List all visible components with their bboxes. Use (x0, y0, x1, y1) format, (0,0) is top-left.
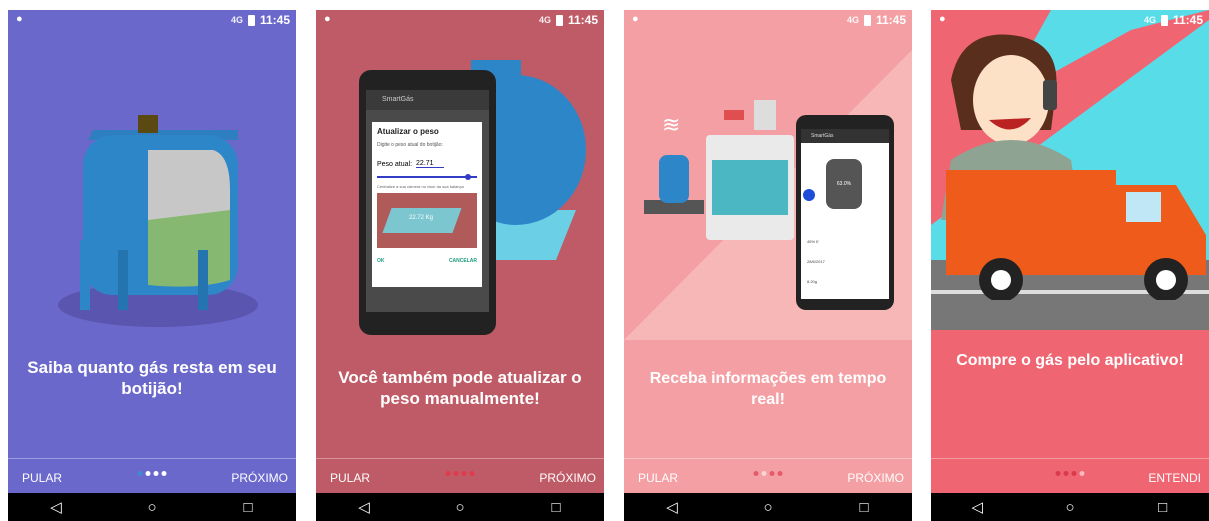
page-indicator (1055, 471, 1085, 476)
page-dot (153, 471, 159, 476)
page-dot (461, 471, 467, 476)
dialog-subtitle: Digite o peso atual do botijão: (377, 142, 443, 148)
page-dot (137, 471, 143, 476)
onboarding-screen-2: ● 4G 11:45 SmartGás Atualizar o peso Digi… (316, 10, 604, 521)
wifi-icon: ≋ (662, 112, 680, 137)
system-nav-bar: ◁ ○ □ (8, 493, 296, 521)
onboarding-caption: Saiba quanto gás resta em seu botijão! (27, 358, 277, 398)
onboarding-screen-1: ● 4G 11:45 Saiba quanto gás resta em seu … (8, 10, 296, 521)
page-dot (161, 471, 167, 476)
back-icon[interactable]: ◁ (349, 498, 379, 516)
gas-cylinder-illustration (58, 115, 258, 327)
status-bar: ● 4G 11:45 (8, 10, 296, 30)
ok-button[interactable]: OK (377, 258, 385, 264)
got-it-button[interactable]: ENTENDI (1148, 471, 1201, 485)
skip-button[interactable]: PULAR (638, 471, 678, 485)
page-dot (1071, 471, 1077, 476)
weight-input[interactable]: 22.71 (416, 160, 445, 168)
skip-button[interactable]: PULAR (22, 471, 62, 485)
scale-reading: 22.72 Kg (409, 215, 434, 221)
home-icon[interactable]: ○ (1055, 499, 1085, 516)
clock: 11:45 (1172, 13, 1203, 27)
next-button[interactable]: PRÓXIMO (847, 471, 904, 485)
refresh-button[interactable] (803, 189, 815, 201)
recents-icon[interactable]: □ (233, 499, 263, 516)
page-indicator (445, 471, 475, 476)
battery-icon (555, 14, 563, 26)
skip-button[interactable]: PULAR (330, 471, 370, 485)
info-row: 8.20g (807, 279, 818, 284)
system-nav-bar: ◁ ○ □ (931, 493, 1209, 521)
gas-level-gauge: 63.0% (826, 159, 862, 209)
page-dot (761, 471, 767, 476)
onboarding-footer: PULAR PRÓXIMO (624, 458, 912, 494)
signal-icon: 4G (1143, 15, 1156, 25)
signal-icon: 4G (846, 15, 859, 25)
page-dot (769, 471, 775, 476)
back-icon[interactable]: ◁ (41, 498, 71, 516)
system-nav-bar: ◁ ○ □ (624, 493, 912, 521)
onboarding-screen-4: ● 4G 11:45 Compre o gás pelo aplicativo! … (931, 10, 1209, 521)
camera-hint: Centralize a sua câmera no visor da sua … (377, 184, 464, 189)
delivery-truck-illustration (946, 170, 1206, 300)
page-dot (145, 471, 151, 476)
phone-mockup: SmartGás Atualizar o peso Digite o peso … (359, 70, 496, 335)
back-icon[interactable]: ◁ (657, 498, 687, 516)
dialog-title: Atualizar o peso (377, 127, 439, 136)
cancel-button[interactable]: CANCELAR (449, 258, 477, 264)
page-indicator (753, 471, 783, 476)
clock: 11:45 (259, 13, 290, 27)
app-toolbar: SmartGás (801, 129, 889, 143)
status-bar: ● 4G 11:45 (624, 10, 912, 30)
page-dot (469, 471, 475, 476)
android-icon: ● (632, 13, 639, 25)
onboarding-caption: Você também pode atualizar o peso manual… (338, 368, 582, 408)
battery-icon (247, 14, 255, 26)
battery-icon (1160, 14, 1168, 26)
onboarding-caption: Compre o gás pelo aplicativo! (956, 352, 1184, 369)
info-row: 45% E (807, 239, 819, 244)
onboarding-footer: ENTENDI (931, 458, 1209, 494)
page-dot (753, 471, 759, 476)
next-button[interactable]: PRÓXIMO (539, 471, 596, 485)
page-indicator (137, 471, 167, 476)
page-dot (1079, 471, 1085, 476)
system-nav-bar: ◁ ○ □ (316, 493, 604, 521)
app-toolbar: SmartGás (366, 90, 489, 110)
clock: 11:45 (567, 13, 598, 27)
status-bar: ● 4G 11:45 (316, 10, 604, 30)
onboarding-footer: PULAR PRÓXIMO (8, 458, 296, 494)
home-icon[interactable]: ○ (445, 499, 475, 516)
weight-field-label: Peso atual: (377, 160, 413, 168)
page-dot (453, 471, 459, 476)
onboarding-footer: PULAR PRÓXIMO (316, 458, 604, 494)
zoom-slider[interactable] (377, 174, 477, 180)
recents-icon[interactable]: □ (1148, 499, 1178, 516)
onboarding-screen-3: ● 4G 11:45 ≋ SmartGás 63.0% 45% E 28/6/20… (624, 10, 912, 521)
page-dot (445, 471, 451, 476)
phone-mockup: SmartGás 63.0% 45% E 28/6/2017 8.20g (796, 115, 894, 310)
page-dot (1063, 471, 1069, 476)
page-dot (1055, 471, 1061, 476)
battery-icon (863, 14, 871, 26)
back-icon[interactable]: ◁ (962, 498, 992, 516)
page-dot (777, 471, 783, 476)
recents-icon[interactable]: □ (541, 499, 571, 516)
clock: 11:45 (875, 13, 906, 27)
info-row: 28/6/2017 (807, 259, 825, 264)
android-icon: ● (16, 13, 23, 25)
signal-icon: 4G (538, 15, 551, 25)
camera-preview: 22.72 Kg (377, 193, 477, 248)
home-icon[interactable]: ○ (753, 499, 783, 516)
update-weight-dialog: Atualizar o peso Digite o peso atual do … (372, 122, 482, 287)
next-button[interactable]: PRÓXIMO (231, 471, 288, 485)
onboarding-caption: Receba informações em tempo real! (649, 370, 887, 408)
home-icon[interactable]: ○ (137, 499, 167, 516)
recents-icon[interactable]: □ (849, 499, 879, 516)
android-icon: ● (324, 13, 331, 25)
signal-icon: 4G (230, 15, 243, 25)
